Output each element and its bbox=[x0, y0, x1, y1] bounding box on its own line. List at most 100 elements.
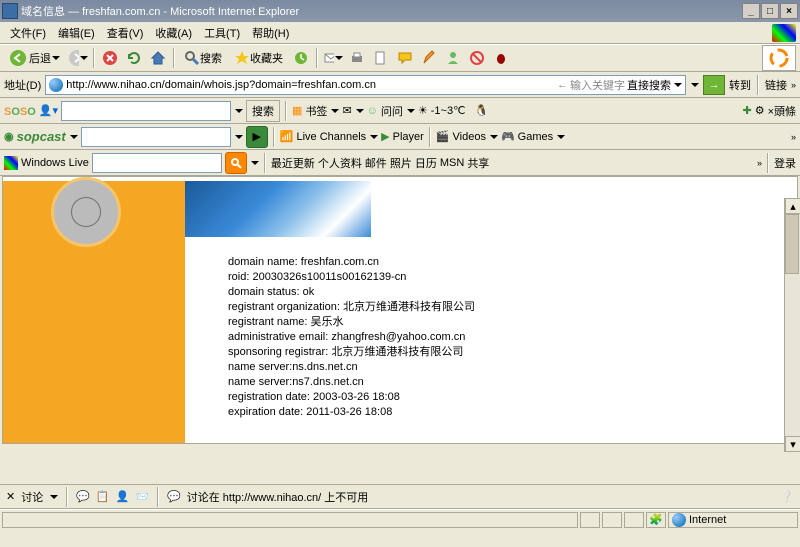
whois-line: registrant name: 吴乐水 bbox=[228, 315, 475, 330]
search-button[interactable]: 搜索 bbox=[179, 47, 227, 69]
sopcast-signal-icon: 📶 bbox=[280, 130, 294, 143]
pen-icon bbox=[421, 50, 437, 66]
edit-icon bbox=[373, 50, 389, 66]
page-icon bbox=[49, 78, 63, 92]
soso-ask[interactable]: 问问 bbox=[381, 103, 403, 119]
tool-b-button[interactable] bbox=[490, 47, 512, 69]
winlive-profile[interactable]: 个人资料 bbox=[318, 155, 362, 171]
menu-view[interactable]: 查看(V) bbox=[101, 23, 150, 43]
scroll-up-button[interactable]: ▴ bbox=[785, 198, 800, 214]
winlive-photo[interactable]: 照片 bbox=[390, 155, 412, 171]
discuss-message: 讨论在 http://www.nihao.cn/ 上不可用 bbox=[187, 489, 369, 505]
back-button[interactable]: 后退 bbox=[4, 47, 65, 69]
soso-toutiao[interactable]: ×頭條 bbox=[768, 103, 796, 119]
maximize-button[interactable]: □ bbox=[761, 3, 779, 19]
winlive-search-input[interactable] bbox=[92, 153, 222, 173]
minimize-button[interactable]: _ bbox=[742, 3, 760, 19]
url-text: http://www.nihao.cn/domain/whois.jsp?dom… bbox=[66, 79, 376, 91]
chat-icon bbox=[397, 50, 413, 66]
winlive-overflow[interactable]: » bbox=[757, 158, 762, 168]
winlive-search-button[interactable] bbox=[225, 152, 247, 174]
back-label: 后退 bbox=[29, 50, 51, 66]
home-button[interactable] bbox=[147, 47, 169, 69]
discuss-tool-icon[interactable]: 💬 bbox=[76, 490, 90, 503]
close-button[interactable]: × bbox=[780, 3, 798, 19]
discuss-tool3-icon[interactable]: 👤 bbox=[116, 490, 130, 503]
header-image bbox=[185, 181, 371, 237]
status-zone[interactable]: Internet bbox=[668, 512, 798, 528]
winlive-toolbar: Windows Live 最近更新 个人资料 邮件 照片 日历 MSN 共享 »… bbox=[0, 150, 800, 176]
soso-logo[interactable]: SOSO bbox=[4, 103, 36, 118]
soso-search-input[interactable] bbox=[61, 101, 231, 121]
winlive-login[interactable]: 登录 bbox=[774, 155, 796, 171]
soso-weather-icon: ☀ bbox=[418, 104, 428, 117]
menu-file[interactable]: 文件(F) bbox=[4, 23, 52, 43]
history-button[interactable] bbox=[290, 47, 312, 69]
soso-mail-icon[interactable]: ✉ bbox=[342, 104, 351, 117]
tool-a-button[interactable] bbox=[466, 47, 488, 69]
winlive-msn[interactable]: MSN bbox=[440, 157, 464, 169]
sopcast-player[interactable]: Player bbox=[393, 131, 424, 143]
stop-button[interactable] bbox=[99, 47, 121, 69]
discuss-help-icon[interactable]: ❔ bbox=[780, 490, 794, 503]
scroll-thumb[interactable] bbox=[785, 214, 799, 274]
winlive-calendar[interactable]: 日历 bbox=[415, 155, 437, 171]
soso-person-icon[interactable]: 👤▾ bbox=[39, 104, 58, 117]
print-button[interactable] bbox=[346, 47, 368, 69]
mail-button[interactable] bbox=[322, 47, 344, 69]
soso-gear-icon[interactable]: ⚙ bbox=[755, 104, 765, 117]
status-cell-1 bbox=[580, 512, 600, 528]
menu-edit[interactable]: 编辑(E) bbox=[52, 23, 101, 43]
sopcast-search-input[interactable] bbox=[81, 127, 231, 147]
winlive-recent[interactable]: 最近更新 bbox=[271, 155, 315, 171]
winlive-mail[interactable]: 邮件 bbox=[365, 155, 387, 171]
links-label[interactable]: 链接 bbox=[765, 77, 787, 93]
sopcast-go-button[interactable]: ▶ bbox=[246, 126, 268, 148]
discuss-label: 讨论 bbox=[21, 489, 43, 505]
whois-line: name server:ns.dns.net.cn bbox=[228, 360, 475, 375]
edit-button[interactable] bbox=[370, 47, 392, 69]
discuss-button[interactable] bbox=[394, 47, 416, 69]
menu-favorites[interactable]: 收藏(A) bbox=[149, 23, 198, 43]
go-button[interactable]: → bbox=[703, 75, 725, 95]
messenger-button[interactable] bbox=[442, 47, 464, 69]
scroll-down-button[interactable]: ▾ bbox=[785, 436, 800, 452]
discuss-tool2-icon[interactable]: 📋 bbox=[96, 490, 110, 503]
discuss-tool4-icon[interactable]: 📨 bbox=[135, 490, 149, 503]
address-dropdown[interactable] bbox=[691, 83, 699, 87]
zone-label: Internet bbox=[689, 514, 726, 526]
soso-grid-icon[interactable]: ▦ bbox=[292, 104, 302, 117]
whois-line: domain name: freshfan.com.cn bbox=[228, 255, 475, 270]
soso-bookmark[interactable]: 书签 bbox=[305, 103, 327, 119]
menu-help[interactable]: 帮助(H) bbox=[246, 23, 295, 43]
history-icon bbox=[293, 50, 309, 66]
direct-search[interactable]: 直接搜索 bbox=[627, 77, 671, 93]
status-cell-2 bbox=[602, 512, 622, 528]
winlive-label[interactable]: Windows Live bbox=[21, 157, 89, 169]
stop-icon bbox=[102, 50, 118, 66]
soso-qq-icon[interactable]: 🐧 bbox=[474, 104, 488, 117]
sopcast-games[interactable]: Games bbox=[518, 131, 553, 143]
research-button[interactable] bbox=[418, 47, 440, 69]
sopcast-live[interactable]: Live Channels bbox=[296, 131, 366, 143]
sopcast-videos[interactable]: Videos bbox=[453, 131, 486, 143]
discuss-close-icon[interactable]: ✕ bbox=[6, 490, 15, 503]
status-popup-icon[interactable]: 🧩 bbox=[646, 512, 666, 528]
winlive-share[interactable]: 共享 bbox=[467, 155, 489, 171]
sopcast-logo[interactable]: sopcast bbox=[17, 129, 66, 144]
sopcast-overflow[interactable]: » bbox=[791, 132, 796, 142]
favorites-button[interactable]: 收藏夹 bbox=[229, 47, 288, 69]
discuss-msg-icon: 💬 bbox=[167, 490, 181, 503]
search-icon bbox=[184, 50, 200, 66]
menu-tools[interactable]: 工具(T) bbox=[198, 23, 246, 43]
refresh-button[interactable] bbox=[123, 47, 145, 69]
soso-weather[interactable]: -1~3℃ bbox=[431, 104, 466, 117]
soso-plus-icon[interactable]: ✚ bbox=[742, 104, 751, 117]
soso-search-button[interactable]: 搜索 bbox=[246, 100, 280, 122]
home-icon bbox=[150, 50, 166, 66]
address-input[interactable]: http://www.nihao.cn/domain/whois.jsp?dom… bbox=[45, 75, 686, 95]
vertical-scrollbar[interactable]: ▴ ▾ bbox=[784, 198, 800, 452]
forward-button[interactable] bbox=[67, 47, 89, 69]
search-label: 搜索 bbox=[200, 50, 222, 66]
address-label: 地址(D) bbox=[4, 77, 41, 93]
